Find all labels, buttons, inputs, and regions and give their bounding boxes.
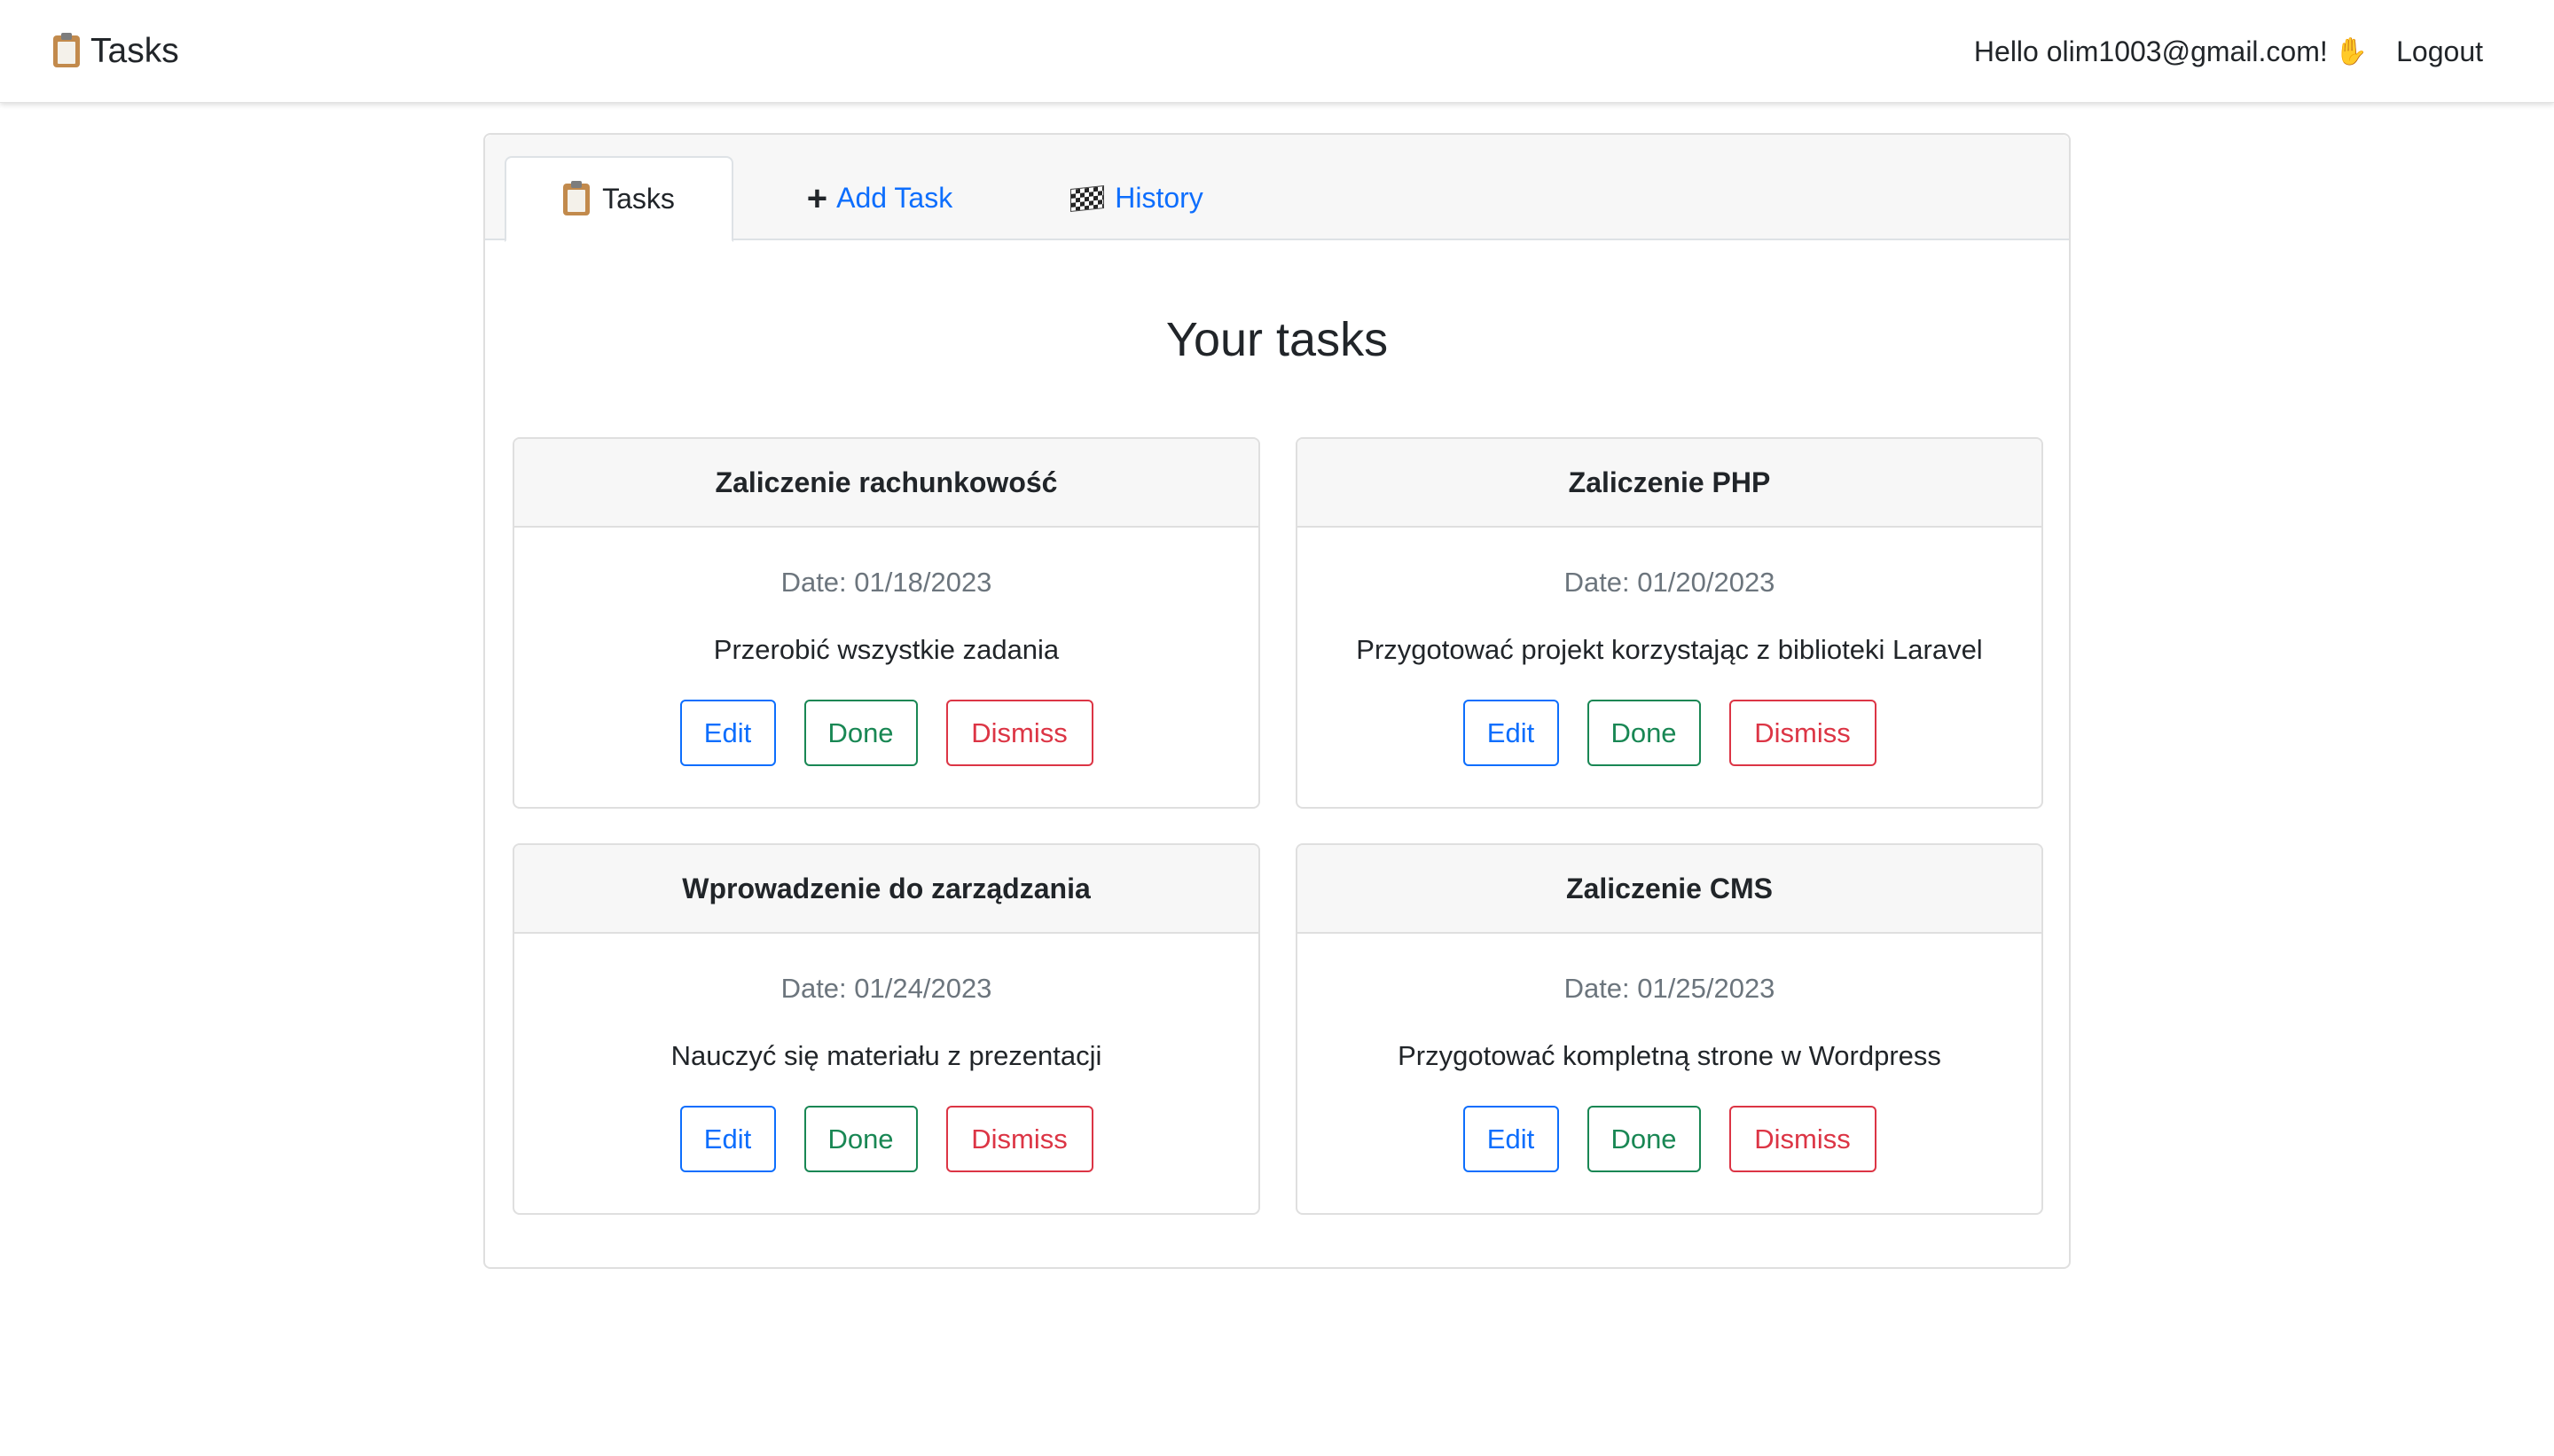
done-button[interactable]: Done xyxy=(1586,1106,1701,1172)
checkered-flag-icon xyxy=(1070,184,1105,212)
tasks-panel: Tasks + Add Task History Your tasks Zali… xyxy=(483,133,2071,1269)
dismiss-button[interactable]: Dismiss xyxy=(945,1106,1093,1172)
tab-add-task-label: Add Task xyxy=(836,182,953,214)
dismiss-button[interactable]: Dismiss xyxy=(945,700,1093,766)
waving-hand-icon: ✋ xyxy=(2334,36,2369,67)
page-title: Your tasks xyxy=(1165,313,1389,366)
navbar-user-area: Hello olim1003@gmail.com! ✋ Logout xyxy=(1974,27,2483,76)
task-date: Date: 01/20/2023 xyxy=(1563,567,1775,598)
brand-label: Tasks xyxy=(90,32,179,70)
top-navbar: Tasks Hello olim1003@gmail.com! ✋ Logout xyxy=(0,0,2554,103)
task-title: Zaliczenie CMS xyxy=(1297,845,2041,934)
task-title: Zaliczenie PHP xyxy=(1297,439,2041,528)
clipboard-icon xyxy=(53,33,80,67)
brand-link[interactable]: Tasks xyxy=(53,27,179,76)
task-actions: Edit Done Dismiss xyxy=(514,700,1258,766)
task-actions: Edit Done Dismiss xyxy=(1297,1106,2041,1172)
tab-add-task[interactable]: + Add Task xyxy=(787,156,973,240)
tab-tasks-label: Tasks xyxy=(602,183,675,215)
tab-bar: Tasks + Add Task History xyxy=(485,135,2069,242)
task-description: Przerobić wszystkie zadania xyxy=(713,634,1060,665)
tab-tasks[interactable]: Tasks xyxy=(505,156,733,242)
edit-button[interactable]: Edit xyxy=(1462,1106,1559,1172)
edit-button[interactable]: Edit xyxy=(1462,700,1559,766)
logout-link[interactable]: Logout xyxy=(2396,35,2483,68)
done-button[interactable]: Done xyxy=(803,1106,918,1172)
user-greeting: Hello olim1003@gmail.com! ✋ xyxy=(1974,35,2368,68)
tab-history-label: History xyxy=(1115,182,1203,214)
task-card: Zaliczenie rachunkowość Date: 01/18/2023… xyxy=(513,437,1260,809)
task-date: Date: 01/18/2023 xyxy=(780,567,992,598)
task-actions: Edit Done Dismiss xyxy=(1297,700,2041,766)
edit-button[interactable]: Edit xyxy=(679,1106,776,1172)
task-actions: Edit Done Dismiss xyxy=(514,1106,1258,1172)
plus-icon: + xyxy=(806,178,828,218)
edit-button[interactable]: Edit xyxy=(679,700,776,766)
task-date: Date: 01/24/2023 xyxy=(780,973,992,1004)
task-card: Zaliczenie PHP Date: 01/20/2023 Przygoto… xyxy=(1296,437,2043,809)
task-description: Przygotować projekt korzystając z biblio… xyxy=(1356,634,1983,665)
task-date: Date: 01/25/2023 xyxy=(1563,973,1775,1004)
task-card: Zaliczenie CMS Date: 01/25/2023 Przygoto… xyxy=(1296,843,2043,1215)
done-button[interactable]: Done xyxy=(1586,700,1701,766)
task-card: Wprowadzenie do zarządzania Date: 01/24/… xyxy=(513,843,1260,1215)
greeting-text: Hello olim1003@gmail.com! xyxy=(1973,35,2328,67)
clipboard-icon xyxy=(563,180,591,215)
task-title: Wprowadzenie do zarządzania xyxy=(514,845,1258,934)
task-title: Zaliczenie rachunkowość xyxy=(514,439,1258,528)
task-description: Nauczyć się materiału z prezentacji xyxy=(670,1040,1102,1071)
tab-history[interactable]: History xyxy=(1062,156,1212,240)
done-button[interactable]: Done xyxy=(803,700,918,766)
dismiss-button[interactable]: Dismiss xyxy=(1728,1106,1876,1172)
task-description: Przygotować kompletną strone w Wordpress xyxy=(1398,1040,1941,1071)
dismiss-button[interactable]: Dismiss xyxy=(1728,700,1876,766)
